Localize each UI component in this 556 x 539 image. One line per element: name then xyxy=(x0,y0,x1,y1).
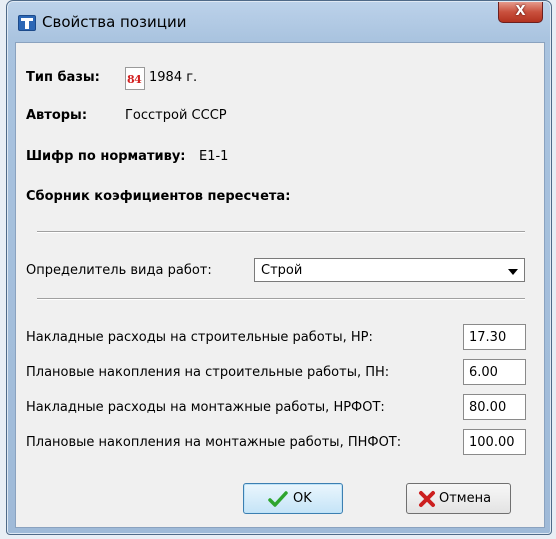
authors-value: Госстрой СССР xyxy=(125,108,227,123)
base-type-label: Тип базы: xyxy=(26,70,100,85)
work-type-select[interactable]: Строй xyxy=(254,258,525,282)
properties-window: Свойства позиции X Тип базы: 84 1984 г. … xyxy=(6,0,552,535)
work-type-value: Строй xyxy=(261,263,303,278)
profit-installation-label: Плановые накопления на монтажные работы,… xyxy=(26,435,402,450)
dialog-body: Тип базы: 84 1984 г. Авторы: Госстрой СС… xyxy=(15,42,545,528)
overhead-construction-input[interactable]: 17.30 xyxy=(463,324,526,350)
overhead-construction-label: Накладные расходы на строительные работы… xyxy=(26,330,373,345)
ok-label: OK xyxy=(293,491,312,506)
profit-construction-label: Плановые накопления на строительные рабо… xyxy=(26,365,390,380)
separator xyxy=(37,231,525,233)
chevron-down-icon[interactable] xyxy=(508,269,518,275)
ok-button[interactable]: OK xyxy=(243,483,343,514)
calendar-84-icon: 84 xyxy=(125,67,145,90)
profit-installation-input[interactable]: 100.00 xyxy=(463,429,526,455)
title-bar[interactable]: Свойства позиции X xyxy=(7,1,551,43)
cancel-button[interactable]: Отмена xyxy=(406,483,511,514)
cipher-value: Е1-1 xyxy=(199,149,229,164)
checkmark-icon xyxy=(268,491,288,507)
work-type-label: Определитель вида работ: xyxy=(26,263,212,278)
cipher-label: Шифр по нормативу: xyxy=(26,149,186,164)
separator xyxy=(37,298,525,300)
base-year: 1984 г. xyxy=(149,70,198,85)
overhead-installation-label: Накладные расходы на монтажные работы, Н… xyxy=(26,400,385,415)
overhead-installation-input[interactable]: 80.00 xyxy=(463,394,526,420)
coefficients-label: Сборник коэфициентов пересчета: xyxy=(26,189,291,204)
cancel-label: Отмена xyxy=(439,491,492,506)
app-icon xyxy=(18,15,36,31)
profit-construction-input[interactable]: 6.00 xyxy=(463,359,526,385)
cross-icon xyxy=(419,491,435,507)
authors-label: Авторы: xyxy=(26,108,88,123)
close-button[interactable]: X xyxy=(498,2,543,23)
window-title: Свойства позиции xyxy=(42,13,187,31)
